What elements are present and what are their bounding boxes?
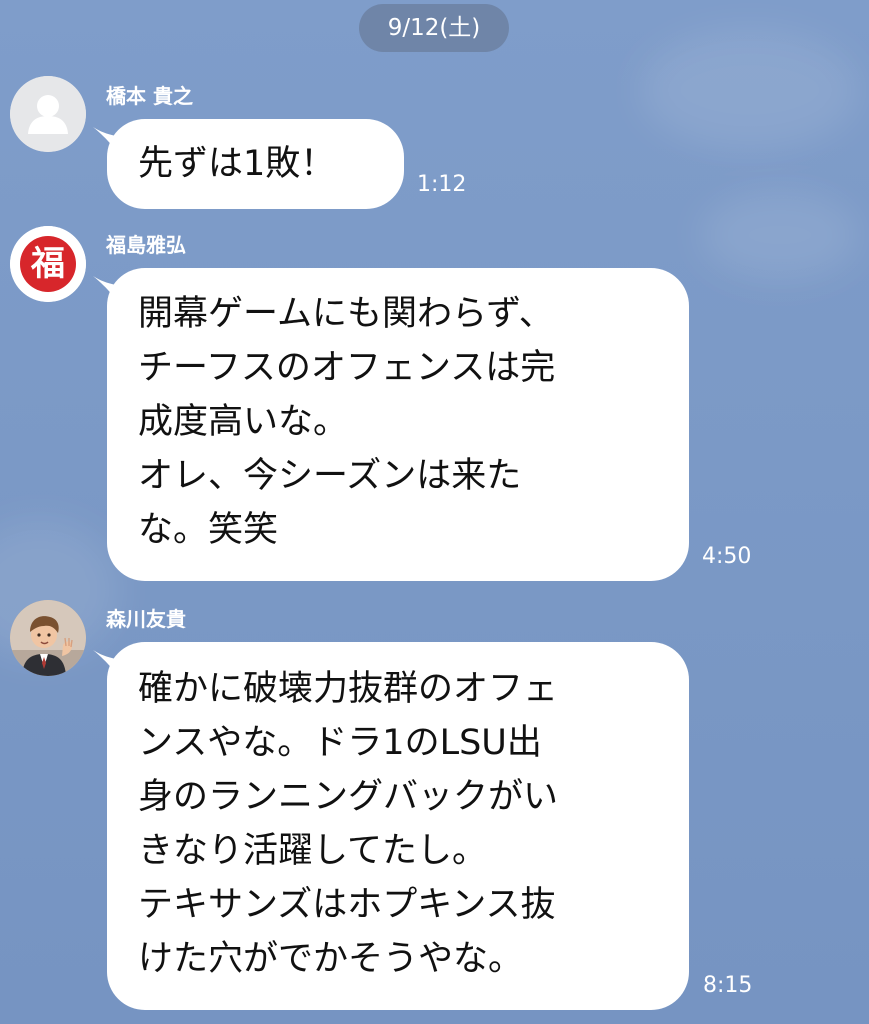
message-time: 4:50 xyxy=(702,544,752,569)
sender-name: 橋本 貴之 xyxy=(106,84,193,108)
message-time: 8:15 xyxy=(703,973,753,998)
bubble-tail xyxy=(93,650,123,680)
message-text: 開幕ゲームにも関わらず、 チーフスのオフェンスは完 成度高いな。 オレ、今シーズ… xyxy=(138,294,556,550)
date-header: 9/12(土) xyxy=(359,4,509,52)
background-cloud xyxy=(700,190,860,280)
message-text: 先ずは1敗！ xyxy=(138,144,336,184)
default-user-icon[interactable] xyxy=(10,76,86,152)
message-bubble[interactable]: 開幕ゲームにも関わらず、 チーフスのオフェンスは完 成度高いな。 オレ、今シーズ… xyxy=(93,268,689,581)
message-time: 1:12 xyxy=(417,172,467,197)
sender-name: 森川友貴 xyxy=(106,607,186,631)
message-bubble[interactable]: 先ずは1敗！ xyxy=(93,119,404,209)
fuku-glyph: 福 xyxy=(30,244,65,284)
bubble-tail xyxy=(93,127,123,157)
sender-name: 福島雅弘 xyxy=(106,233,186,257)
message-bubble[interactable]: 確かに破壊力抜群のオフェ ンスやな。ドラ1のLSU出 身のランニングバックがい … xyxy=(93,642,689,1010)
background-cloud xyxy=(640,30,860,150)
message-text: 確かに破壊力抜群のオフェ ンスやな。ドラ1のLSU出 身のランニングバックがい … xyxy=(138,669,559,979)
illustrated-person-icon[interactable] xyxy=(10,600,86,676)
bubble-tail xyxy=(93,276,123,306)
fuku-kanji-icon[interactable]: 福 xyxy=(10,226,86,302)
